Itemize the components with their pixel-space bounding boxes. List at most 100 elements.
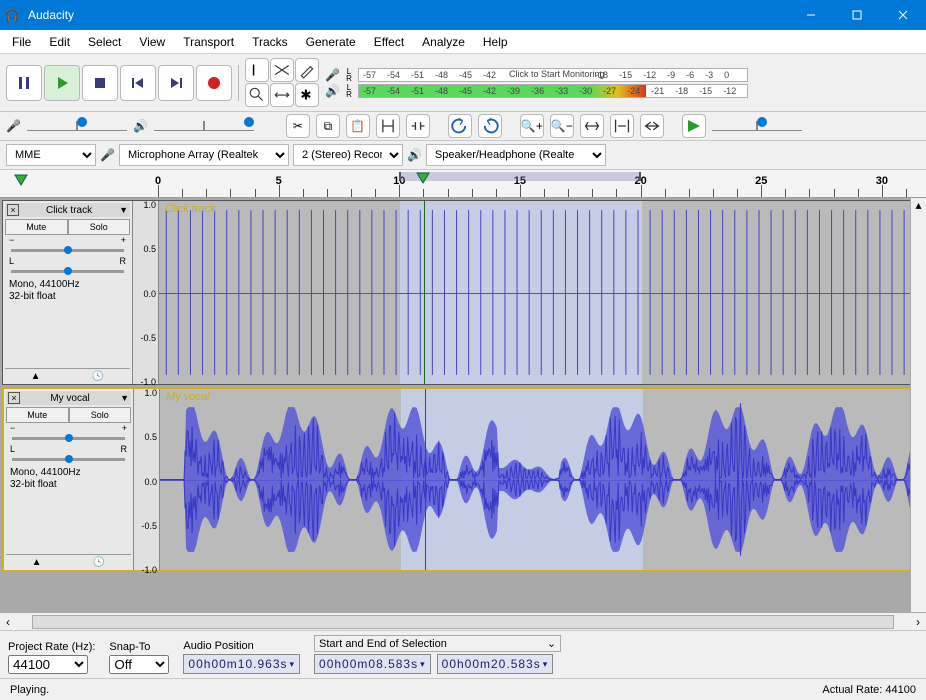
pan-slider[interactable] xyxy=(11,270,124,273)
audio-position-field[interactable]: 00h00m10.963s▾ xyxy=(183,654,300,674)
playhead-marker[interactable] xyxy=(416,172,430,187)
fit-selection-button[interactable] xyxy=(580,114,604,138)
track-name[interactable]: Click track xyxy=(21,205,117,216)
zoom-out-button[interactable]: 🔍− xyxy=(550,114,574,138)
stop-button[interactable] xyxy=(82,65,118,101)
undo-button[interactable] xyxy=(448,114,472,138)
trim-button[interactable] xyxy=(376,114,400,138)
track-0: ×Click track▼MuteSolo−+LRMono, 44100Hz32… xyxy=(2,200,924,385)
sync-lock-icon[interactable]: 🕓 xyxy=(93,557,105,568)
window-maximize-button[interactable] xyxy=(834,0,880,30)
timeshift-tool[interactable] xyxy=(270,83,294,107)
audio-host-select[interactable]: MME xyxy=(6,144,96,166)
playback-speed-slider[interactable] xyxy=(712,121,802,131)
gain-slider[interactable] xyxy=(12,437,125,440)
ruler-label: 30 xyxy=(876,175,888,187)
menu-analyze[interactable]: Analyze xyxy=(414,33,473,51)
waveform-display[interactable]: Click track xyxy=(159,201,923,384)
skip-end-button[interactable] xyxy=(158,65,194,101)
recording-channels-select[interactable]: 2 (Stereo) Recor xyxy=(293,144,403,166)
selection-tool[interactable]: I xyxy=(245,58,269,82)
window-minimize-button[interactable] xyxy=(788,0,834,30)
selection-mode-dropdown[interactable]: ⌄ xyxy=(547,637,556,650)
speaker-device-icon: 🔊 xyxy=(407,148,422,162)
mute-button[interactable]: Mute xyxy=(6,407,69,423)
recording-meter[interactable]: -57-54-51-48-45-42-18-15-12-9-6-30 Click… xyxy=(358,68,748,82)
vertical-scale[interactable]: 1.00.50.0-0.5-1.0 xyxy=(134,389,160,570)
track-name[interactable]: My vocal xyxy=(22,393,118,404)
sync-lock-icon[interactable]: 🕓 xyxy=(92,371,104,382)
menu-generate[interactable]: Generate xyxy=(298,33,364,51)
track-area[interactable]: ×Click track▼MuteSolo−+LRMono, 44100Hz32… xyxy=(0,198,926,612)
playback-volume-slider[interactable] xyxy=(154,121,254,131)
multi-tool[interactable]: ✱ xyxy=(295,83,319,107)
collapse-button[interactable]: ▲ xyxy=(31,371,41,382)
pan-left-label: L xyxy=(9,256,14,266)
silence-button[interactable] xyxy=(406,114,430,138)
horizontal-scrollbar[interactable]: ‹ › xyxy=(0,612,926,630)
recording-volume-slider[interactable] xyxy=(27,121,127,131)
play-meter-lr: LR xyxy=(342,84,356,98)
ruler-label: 25 xyxy=(755,175,767,187)
ruler-label: 5 xyxy=(276,175,282,187)
cut-button[interactable]: ✂ xyxy=(286,114,310,138)
transport-toolbar: I ✱ 🎤 LR -57-54-51-48-45-42-18-15-12-9-6… xyxy=(0,54,926,112)
window-close-button[interactable] xyxy=(880,0,926,30)
menu-effect[interactable]: Effect xyxy=(366,33,412,51)
svg-text:✱: ✱ xyxy=(300,88,311,103)
menu-select[interactable]: Select xyxy=(80,33,129,51)
skip-start-button[interactable] xyxy=(120,65,156,101)
collapse-button[interactable]: ▲ xyxy=(32,557,42,568)
envelope-tool[interactable] xyxy=(270,58,294,82)
loop-region[interactable] xyxy=(399,172,640,181)
pan-slider[interactable] xyxy=(12,458,125,461)
menu-file[interactable]: File xyxy=(4,33,39,51)
mute-button[interactable]: Mute xyxy=(5,219,68,235)
track-menu-button[interactable]: ▼ xyxy=(120,393,129,403)
vertical-scale[interactable]: 1.00.50.0-0.5-1.0 xyxy=(133,201,159,384)
window-title: Audacity xyxy=(24,8,788,22)
track-close-button[interactable]: × xyxy=(8,392,20,404)
recording-device-select[interactable]: Microphone Array (Realtek xyxy=(119,144,289,166)
copy-button[interactable]: ⧉ xyxy=(316,114,340,138)
pause-button[interactable] xyxy=(6,65,42,101)
selection-end-field[interactable]: 00h00m20.583s▾ xyxy=(437,654,554,674)
zoom-in-button[interactable]: 🔍+ xyxy=(520,114,544,138)
play-button[interactable] xyxy=(44,65,80,101)
audio-position-label: Audio Position xyxy=(183,640,300,652)
menu-help[interactable]: Help xyxy=(475,33,516,51)
track-menu-button[interactable]: ▼ xyxy=(119,205,128,215)
project-rate-select[interactable]: 44100 xyxy=(8,655,88,674)
waveform-display[interactable]: My vocal xyxy=(160,389,922,570)
playback-meter[interactable]: -57-54-51-48-45-42-39-36-33-30-27-24-21-… xyxy=(358,84,748,98)
timeline-ruler[interactable]: 051015202530 xyxy=(0,170,926,198)
track-format-info: Mono, 44100Hz32-bit float xyxy=(6,465,131,493)
solo-button[interactable]: Solo xyxy=(68,219,131,235)
snap-to-select[interactable]: Off xyxy=(109,655,169,674)
menu-edit[interactable]: Edit xyxy=(41,33,78,51)
gain-slider[interactable] xyxy=(11,249,124,252)
fit-project-button[interactable] xyxy=(610,114,634,138)
vertical-scrollbar[interactable]: ▴ xyxy=(910,198,926,612)
paste-button[interactable]: 📋 xyxy=(346,114,370,138)
mic-vol-icon: 🎤 xyxy=(6,119,21,133)
menu-tracks[interactable]: Tracks xyxy=(244,33,296,51)
play-at-speed-button[interactable] xyxy=(682,114,706,138)
menu-view[interactable]: View xyxy=(131,33,173,51)
status-text: Playing. xyxy=(10,684,822,696)
zoom-toggle-button[interactable] xyxy=(640,114,664,138)
playback-device-select[interactable]: Speaker/Headphone (Realte xyxy=(426,144,606,166)
zoom-tool[interactable] xyxy=(245,83,269,107)
draw-tool[interactable] xyxy=(295,58,319,82)
solo-button[interactable]: Solo xyxy=(69,407,132,423)
ruler-label: 0 xyxy=(155,175,161,187)
project-rate-label: Project Rate (Hz): xyxy=(8,641,95,653)
selection-start-field[interactable]: 00h00m08.583s▾ xyxy=(314,654,431,674)
status-bar: Playing. Actual Rate: 44100 xyxy=(0,678,926,700)
track-close-button[interactable]: × xyxy=(7,204,19,216)
redo-button[interactable] xyxy=(478,114,502,138)
menu-transport[interactable]: Transport xyxy=(175,33,242,51)
svg-text:I: I xyxy=(251,63,255,79)
record-button[interactable] xyxy=(196,65,232,101)
track-1: ×My vocal▼MuteSolo−+LRMono, 44100Hz32-bi… xyxy=(2,387,924,572)
